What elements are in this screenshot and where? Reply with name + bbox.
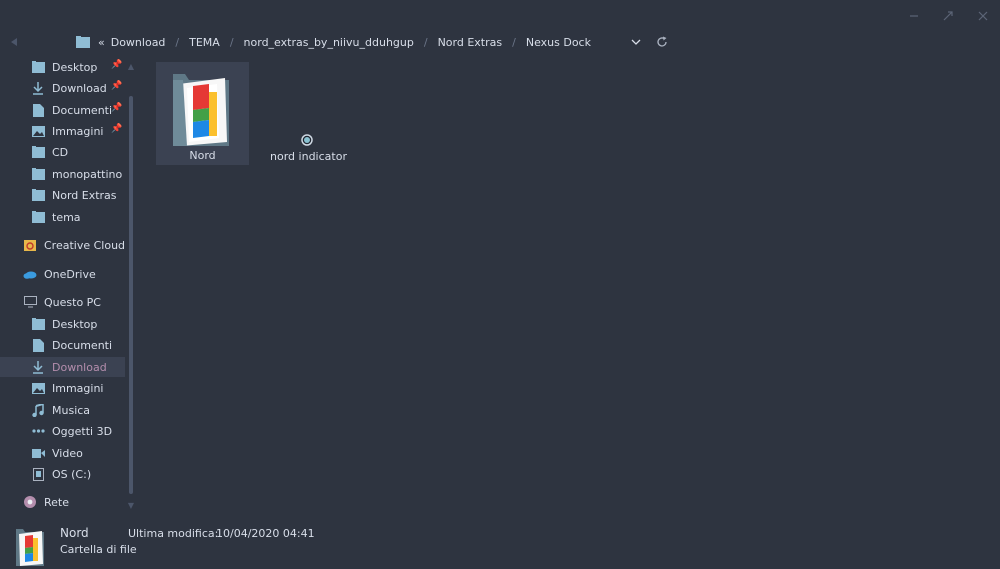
- details-modified-value: 10/04/2020 04:41: [216, 527, 315, 540]
- sidebar-item-pc-desktop[interactable]: Desktop: [0, 314, 125, 334]
- details-item-name: Nord: [60, 526, 89, 540]
- sidebar-item-download-pinned[interactable]: Download 📌: [0, 78, 125, 98]
- folder-icon: [76, 36, 90, 48]
- breadcrumb-separator: /: [512, 35, 516, 49]
- sidebar-item-pc-os-c[interactable]: OS (C:): [0, 464, 125, 484]
- minimize-icon: [910, 15, 918, 17]
- sidebar-item-documenti-pinned[interactable]: Documenti 📌: [0, 100, 125, 120]
- desktop-folder-icon: [31, 317, 45, 331]
- back-arrow-icon: [11, 38, 17, 46]
- sidebar-item-pc-download[interactable]: Download: [0, 357, 125, 377]
- details-item-type: Cartella di file: [60, 543, 137, 556]
- document-icon: [31, 338, 45, 352]
- folder-icon: [31, 188, 45, 202]
- desktop-folder-icon: [31, 60, 45, 74]
- back-button[interactable]: [10, 34, 24, 50]
- sidebar-scroll-down-button[interactable]: ▼: [126, 501, 136, 511]
- breadcrumb-nord-extras-by-niivu[interactable]: nord_extras_by_niivu_dduhgup: [244, 36, 414, 49]
- sidebar-item-nord-extras[interactable]: Nord Extras: [0, 185, 125, 205]
- image-icon: [31, 124, 45, 138]
- nord-folder-icon: [173, 74, 229, 146]
- sidebar-scroll-up-button[interactable]: ▲: [126, 62, 136, 72]
- details-folder-thumbnail-icon: [16, 529, 44, 566]
- breadcrumb-overflow-icon[interactable]: «: [98, 36, 105, 49]
- video-icon: [31, 446, 45, 460]
- sidebar-item-pc-video[interactable]: Video: [0, 443, 125, 463]
- address-bar[interactable]: « Download / TEMA / nord_extras_by_niivu…: [76, 32, 591, 52]
- download-arrow-icon: [31, 81, 45, 95]
- breadcrumb-download[interactable]: Download: [111, 36, 166, 49]
- cloud-icon: [23, 267, 37, 281]
- sidebar-scrollbar-thumb[interactable]: [129, 96, 133, 494]
- chevron-down-icon: [631, 39, 641, 45]
- breadcrumb-tema[interactable]: TEMA: [189, 36, 220, 49]
- minimize-button[interactable]: [903, 6, 925, 26]
- maximize-button[interactable]: [937, 6, 959, 26]
- address-history-dropdown[interactable]: [628, 33, 644, 51]
- indicator-dot-icon: [301, 134, 313, 146]
- music-note-icon: [31, 403, 45, 417]
- sidebar-item-pc-immagini[interactable]: Immagini: [0, 378, 125, 398]
- folder-icon: [31, 167, 45, 181]
- breadcrumb-separator: /: [229, 35, 234, 49]
- pin-icon: 📌: [111, 124, 123, 134]
- sidebar-item-cd[interactable]: CD: [0, 142, 125, 162]
- network-icon: [23, 495, 37, 509]
- file-label: Nord: [189, 149, 216, 162]
- creative-cloud-icon: [23, 238, 37, 252]
- breadcrumb-nord-extras[interactable]: Nord Extras: [438, 36, 503, 49]
- sidebar-item-pc-oggetti-3d[interactable]: Oggetti 3D: [0, 421, 125, 441]
- close-icon: [978, 11, 988, 21]
- sidebar-item-tema[interactable]: tema: [0, 207, 125, 227]
- maximize-icon: [943, 11, 953, 21]
- computer-icon: [23, 295, 37, 309]
- sidebar-item-creative-cloud[interactable]: Creative Cloud Fil: [0, 235, 125, 255]
- sidebar-item-questo-pc[interactable]: Questo PC: [0, 292, 125, 312]
- breadcrumb-separator: /: [423, 35, 428, 49]
- pin-icon: 📌: [111, 81, 123, 91]
- pin-icon: 📌: [111, 103, 123, 113]
- refresh-icon: [657, 36, 667, 47]
- folder-icon: [31, 145, 45, 159]
- sidebar-item-onedrive[interactable]: OneDrive: [0, 264, 125, 284]
- sidebar-item-rete[interactable]: Rete: [0, 492, 125, 512]
- breadcrumb-nexus-dock[interactable]: Nexus Dock: [526, 36, 591, 49]
- refresh-button[interactable]: [654, 33, 670, 51]
- document-icon: [31, 103, 45, 117]
- sidebar-item-desktop-pinned[interactable]: Desktop 📌: [0, 57, 125, 77]
- pin-icon: 📌: [111, 60, 123, 70]
- sidebar-item-immagini-pinned[interactable]: Immagini 📌: [0, 121, 125, 141]
- image-icon: [31, 381, 45, 395]
- folder-icon: [31, 210, 45, 224]
- download-arrow-icon: [31, 360, 45, 374]
- drive-icon: [31, 467, 45, 481]
- objects-3d-icon: [31, 424, 45, 438]
- sidebar-item-pc-musica[interactable]: Musica: [0, 400, 125, 420]
- breadcrumb-separator: /: [175, 35, 180, 49]
- file-label: nord indicator: [270, 150, 347, 163]
- details-modified-label: Ultima modifica:: [128, 527, 219, 540]
- sidebar-item-pc-documenti[interactable]: Documenti: [0, 335, 125, 355]
- sidebar-item-monopattino[interactable]: monopattino: [0, 164, 125, 184]
- file-item-nord-indicator[interactable]: nord indicator: [262, 130, 355, 166]
- file-item-nord[interactable]: Nord: [156, 62, 249, 165]
- close-button[interactable]: [972, 6, 994, 26]
